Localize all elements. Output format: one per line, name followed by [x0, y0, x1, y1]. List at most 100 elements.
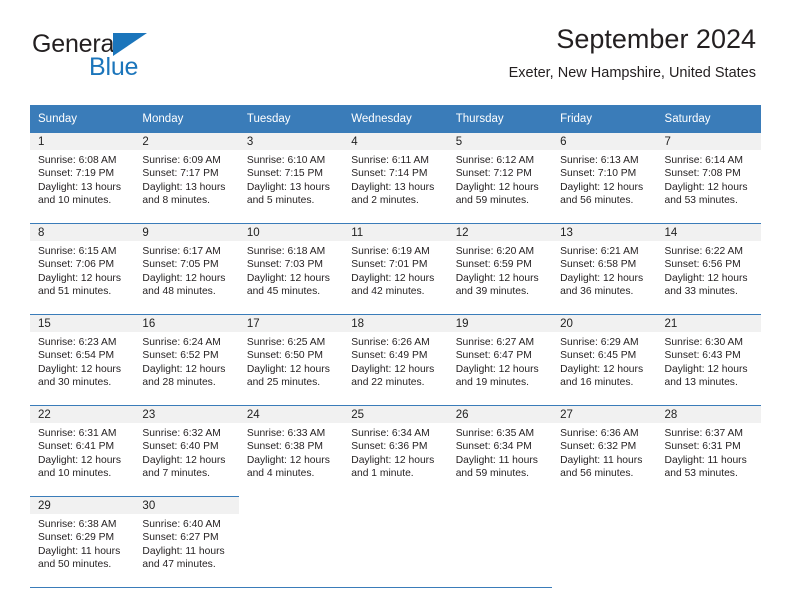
calendar-day-cell[interactable]: 30 Sunrise: 6:40 AM Sunset: 6:27 PM Dayligh…: [134, 496, 239, 587]
calendar-day-cell[interactable]: 25 Sunrise: 6:34 AM Sunset: 6:36 PM Dayligh…: [343, 405, 448, 497]
sunset-text: Sunset: 7:12 PM: [455, 168, 532, 180]
day-cell-content: 2 Sunrise: 6:09 AM Sunset: 7:17 PM Daylight…: [134, 133, 239, 223]
sunset-text: Sunset: 6:56 PM: [664, 259, 741, 271]
calendar-day-cell[interactable]: 28 Sunrise: 6:37 AM Sunset: 6:31 PM Dayligh…: [656, 405, 761, 497]
daylight-text-line2: and 8 minutes.: [142, 195, 210, 207]
calendar-day-cell[interactable]: 4 Sunrise: 6:11 AM Sunset: 7:14 PM Daylight…: [343, 133, 448, 224]
calendar-day-cell[interactable]: 16 Sunrise: 6:24 AM Sunset: 6:52 PM Dayligh…: [134, 314, 239, 406]
daylight-text-line2: and 45 minutes.: [246, 286, 321, 298]
day-number: 27: [552, 406, 657, 423]
calendar-day-cell[interactable]: 26 Sunrise: 6:35 AM Sunset: 6:34 PM Dayligh…: [447, 405, 553, 497]
daylight-text-line2: and 39 minutes.: [455, 286, 529, 298]
sunset-text: Sunset: 6:47 PM: [455, 350, 532, 362]
page-title: September 2024: [556, 24, 756, 54]
calendar-day-cell[interactable]: 21 Sunrise: 6:30 AM Sunset: 6:43 PM Dayligh…: [656, 314, 761, 406]
day-details: Sunrise: 6:17 AM Sunset: 7:05 PM Daylight:…: [134, 241, 238, 299]
calendar-day-cell[interactable]: 20 Sunrise: 6:29 AM Sunset: 6:45 PM Dayligh…: [552, 314, 657, 406]
sunset-text: Sunset: 6:52 PM: [142, 350, 219, 362]
daylight-text-line2: and 59 minutes.: [455, 195, 529, 207]
daylight-text-line1: Daylight: 11 hours: [38, 545, 121, 557]
daylight-text-line1: Daylight: 12 hours: [560, 181, 644, 193]
sunrise-text: Sunrise: 6:25 AM: [246, 337, 326, 348]
calendar-day-cell[interactable]: 11 Sunrise: 6:19 AM Sunset: 7:01 PM Dayligh…: [343, 223, 448, 315]
calendar-table: Sunday Monday Tuesday Wednesday Thursday…: [30, 105, 761, 587]
day-details: Sunrise: 6:37 AM Sunset: 6:31 PM Daylight:…: [657, 423, 761, 481]
calendar-day-cell[interactable]: 23 Sunrise: 6:32 AM Sunset: 6:40 PM Dayligh…: [134, 405, 239, 497]
logo-text-blue: Blue: [89, 53, 139, 81]
calendar-cell-empty: [343, 496, 448, 587]
daylight-text-line1: Daylight: 11 hours: [664, 454, 747, 466]
day-number: 2: [134, 133, 239, 150]
calendar-day-cell[interactable]: 10 Sunrise: 6:18 AM Sunset: 7:03 PM Dayligh…: [238, 223, 344, 315]
day-details: Sunrise: 6:27 AM Sunset: 6:47 PM Daylight:…: [448, 332, 552, 390]
day-number: 6: [552, 133, 657, 150]
calendar-day-cell[interactable]: 9 Sunrise: 6:17 AM Sunset: 7:05 PM Daylight…: [134, 223, 239, 315]
day-cell-content: 12 Sunrise: 6:20 AM Sunset: 6:59 PM Dayligh…: [447, 224, 553, 314]
daylight-text-line2: and 47 minutes.: [142, 559, 216, 571]
day-cell-content: 3 Sunrise: 6:10 AM Sunset: 7:15 PM Daylight…: [238, 133, 344, 223]
sunset-text: Sunset: 6:41 PM: [38, 441, 115, 453]
day-cell-content: 21 Sunrise: 6:30 AM Sunset: 6:43 PM Dayligh…: [656, 315, 761, 405]
calendar-day-cell[interactable]: 14 Sunrise: 6:22 AM Sunset: 6:56 PM Dayligh…: [656, 223, 761, 315]
sunrise-text: Sunrise: 6:35 AM: [455, 428, 535, 439]
calendar-day-cell[interactable]: 8 Sunrise: 6:15 AM Sunset: 7:06 PM Daylight…: [30, 223, 135, 315]
daylight-text-line2: and 50 minutes.: [38, 559, 112, 571]
calendar-page: General Blue September 2024 Exeter, New …: [0, 0, 792, 612]
calendar-day-cell[interactable]: 22 Sunrise: 6:31 AM Sunset: 6:41 PM Dayligh…: [30, 405, 135, 497]
daylight-text-line1: Daylight: 12 hours: [351, 454, 435, 466]
day-details: Sunrise: 6:25 AM Sunset: 6:50 PM Daylight:…: [239, 332, 343, 390]
day-number: 10: [238, 224, 344, 241]
day-cell-content: 15 Sunrise: 6:23 AM Sunset: 6:54 PM Dayligh…: [30, 315, 135, 405]
sunrise-text: Sunrise: 6:31 AM: [38, 428, 117, 439]
daylight-text-line1: Daylight: 12 hours: [142, 272, 226, 284]
daylight-text-line1: Daylight: 12 hours: [455, 272, 539, 284]
sunrise-text: Sunrise: 6:29 AM: [560, 337, 639, 348]
calendar-day-cell[interactable]: 29 Sunrise: 6:38 AM Sunset: 6:29 PM Dayligh…: [30, 496, 135, 587]
calendar-day-cell[interactable]: 17 Sunrise: 6:25 AM Sunset: 6:50 PM Dayligh…: [238, 314, 344, 406]
day-number: 12: [447, 224, 553, 241]
sunrise-text: Sunrise: 6:18 AM: [246, 246, 326, 257]
daylight-text-line2: and 30 minutes.: [38, 377, 112, 389]
day-details: Sunrise: 6:11 AM Sunset: 7:14 PM Daylight:…: [343, 150, 447, 208]
calendar-day-cell[interactable]: 5 Sunrise: 6:12 AM Sunset: 7:12 PM Daylight…: [447, 133, 553, 224]
sunrise-text: Sunrise: 6:30 AM: [664, 337, 743, 348]
logo[interactable]: General Blue: [32, 30, 222, 88]
calendar-day-cell[interactable]: 27 Sunrise: 6:36 AM Sunset: 6:32 PM Dayligh…: [552, 405, 657, 497]
daylight-text-line1: Daylight: 11 hours: [142, 545, 225, 557]
daylight-text-line2: and 42 minutes.: [351, 286, 425, 298]
calendar-day-cell[interactable]: 24 Sunrise: 6:33 AM Sunset: 6:38 PM Dayligh…: [238, 405, 344, 497]
daylight-text-line2: and 56 minutes.: [560, 468, 634, 480]
day-number: 13: [552, 224, 657, 241]
daylight-text-line2: and 13 minutes.: [664, 377, 738, 389]
calendar-day-cell[interactable]: 1 Sunrise: 6:08 AM Sunset: 7:19 PM Daylight…: [30, 133, 135, 224]
day-details: Sunrise: 6:40 AM Sunset: 6:27 PM Daylight:…: [134, 514, 238, 572]
calendar-day-cell[interactable]: 6 Sunrise: 6:13 AM Sunset: 7:10 PM Daylight…: [552, 133, 657, 224]
calendar-cell-empty: [656, 496, 761, 587]
daylight-text-line1: Daylight: 12 hours: [246, 454, 330, 466]
calendar-day-cell[interactable]: 7 Sunrise: 6:14 AM Sunset: 7:08 PM Daylight…: [656, 133, 761, 224]
calendar-day-cell[interactable]: 15 Sunrise: 6:23 AM Sunset: 6:54 PM Dayligh…: [30, 314, 135, 406]
day-details: Sunrise: 6:30 AM Sunset: 6:43 PM Daylight:…: [657, 332, 761, 390]
calendar-day-cell[interactable]: 2 Sunrise: 6:09 AM Sunset: 7:17 PM Daylight…: [134, 133, 239, 224]
day-cell-content: 1 Sunrise: 6:08 AM Sunset: 7:19 PM Daylight…: [30, 133, 135, 223]
day-cell-content: 20 Sunrise: 6:29 AM Sunset: 6:45 PM Dayligh…: [552, 315, 657, 405]
sunset-text: Sunset: 6:34 PM: [455, 441, 532, 453]
weekday-header-sunday: Sunday: [30, 105, 135, 133]
daylight-text-line2: and 10 minutes.: [38, 468, 112, 480]
calendar-day-cell[interactable]: 3 Sunrise: 6:10 AM Sunset: 7:15 PM Daylight…: [238, 133, 344, 224]
page-header: General Blue September 2024 Exeter, New …: [0, 22, 792, 98]
sunrise-text: Sunrise: 6:24 AM: [142, 337, 221, 348]
sunrise-text: Sunrise: 6:15 AM: [38, 246, 117, 257]
sunrise-text: Sunrise: 6:10 AM: [246, 155, 326, 166]
daylight-text-line1: Daylight: 11 hours: [455, 454, 538, 466]
day-number: 28: [656, 406, 761, 423]
day-cell-content: 29 Sunrise: 6:38 AM Sunset: 6:29 PM Dayligh…: [30, 497, 135, 587]
calendar-day-cell[interactable]: 19 Sunrise: 6:27 AM Sunset: 6:47 PM Dayligh…: [447, 314, 553, 406]
calendar-day-cell[interactable]: 18 Sunrise: 6:26 AM Sunset: 6:49 PM Dayligh…: [343, 314, 448, 406]
calendar-day-cell[interactable]: 13 Sunrise: 6:21 AM Sunset: 6:58 PM Dayligh…: [552, 223, 657, 315]
day-cell-content: 8 Sunrise: 6:15 AM Sunset: 7:06 PM Daylight…: [30, 224, 135, 314]
sunrise-text: Sunrise: 6:23 AM: [38, 337, 117, 348]
day-cell-content: 10 Sunrise: 6:18 AM Sunset: 7:03 PM Dayligh…: [238, 224, 344, 314]
calendar-day-cell[interactable]: 12 Sunrise: 6:20 AM Sunset: 6:59 PM Dayligh…: [447, 223, 553, 315]
day-cell-content: 28 Sunrise: 6:37 AM Sunset: 6:31 PM Dayligh…: [656, 406, 761, 496]
